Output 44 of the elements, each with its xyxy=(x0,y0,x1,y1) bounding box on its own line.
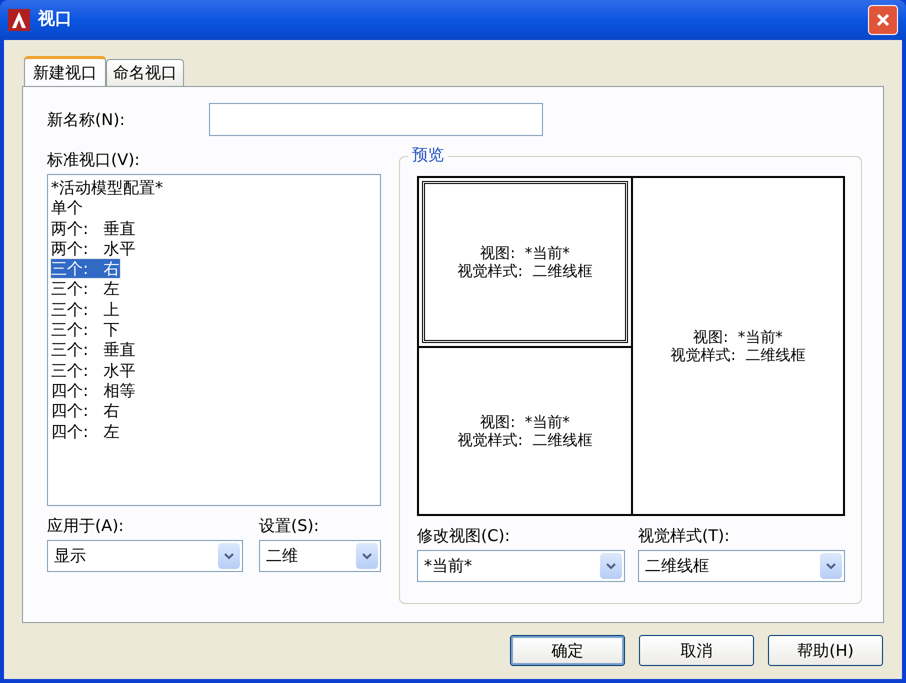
list-item[interactable]: 四个: 左 xyxy=(51,422,120,441)
dialog-button[interactable]: 取消 xyxy=(639,635,754,666)
viewport-label: 视图: *当前* xyxy=(693,328,783,346)
viewport-pane[interactable]: 视图: *当前* 视觉样式: 二维线框 xyxy=(422,351,628,511)
list-item[interactable]: *活动模型配置* xyxy=(51,178,163,197)
tab[interactable]: 新建视口 xyxy=(24,56,106,87)
field-label: 设置(S): xyxy=(259,515,320,537)
field-label: 应用于(A): xyxy=(47,515,125,537)
list-item[interactable]: 三个: 下 xyxy=(51,320,120,340)
list-item[interactable]: 四个: 右 xyxy=(51,401,120,420)
viewport-label: 视觉样式: 二维线框 xyxy=(458,431,592,449)
list-item[interactable]: 三个: 上 xyxy=(51,300,120,319)
viewport-label: 视图: *当前* xyxy=(480,244,570,262)
field-label: 新名称(N): xyxy=(47,108,126,130)
close-button[interactable] xyxy=(868,5,898,35)
field-label: 视觉样式(T): xyxy=(638,525,731,547)
dropdown[interactable]: 显示 xyxy=(47,540,243,572)
field-label: 修改视图(C): xyxy=(417,525,512,547)
name-field[interactable] xyxy=(209,103,543,136)
group-title: 预览 xyxy=(408,145,448,165)
tab[interactable]: 命名视口 xyxy=(106,59,184,86)
list-item[interactable]: 两个: 水平 xyxy=(51,238,136,258)
viewport-label: 视图: *当前* xyxy=(480,413,570,431)
list-item[interactable]: 两个: 垂直 xyxy=(51,218,136,238)
viewport-list[interactable]: *活动模型配置* 单个 两个: 垂直 两个: 水平 三个: 右 三个: 左 三个: 上 三个: 下 三个: 垂直 三个: 水平 四个: 相等 四个: 右 四个: 左 xyxy=(47,174,381,506)
list-item[interactable]: 三个: 右 xyxy=(51,259,120,278)
window-title: 视口 xyxy=(38,8,73,32)
dropdown[interactable]: *当前* xyxy=(417,550,625,582)
list-item[interactable]: 三个: 垂直 xyxy=(51,340,136,360)
list-item[interactable]: 四个: 相等 xyxy=(51,380,136,400)
list-item[interactable]: 三个: 水平 xyxy=(51,360,136,380)
viewport-pane[interactable]: 视图: *当前* 视觉样式: 二维线框 xyxy=(636,181,840,511)
viewport-label: 视觉样式: 二维线框 xyxy=(670,346,806,364)
app-logo-icon xyxy=(8,9,30,31)
dropdown[interactable]: 二维 xyxy=(259,540,381,572)
dialog-button[interactable]: 确定 xyxy=(510,635,625,666)
field-label: 标准视口(V): xyxy=(47,149,141,171)
viewport-label: 视觉样式: 二维线框 xyxy=(458,262,592,280)
list-item[interactable]: 单个 xyxy=(51,198,83,218)
close-icon xyxy=(875,12,891,28)
dropdown[interactable]: 二维线框 xyxy=(638,550,845,582)
dialog-button[interactable]: 帮助(H) xyxy=(768,635,883,666)
viewport-pane[interactable]: 视图: *当前* 视觉样式: 二维线框 xyxy=(422,181,628,343)
list-item[interactable]: 三个: 左 xyxy=(51,279,120,298)
